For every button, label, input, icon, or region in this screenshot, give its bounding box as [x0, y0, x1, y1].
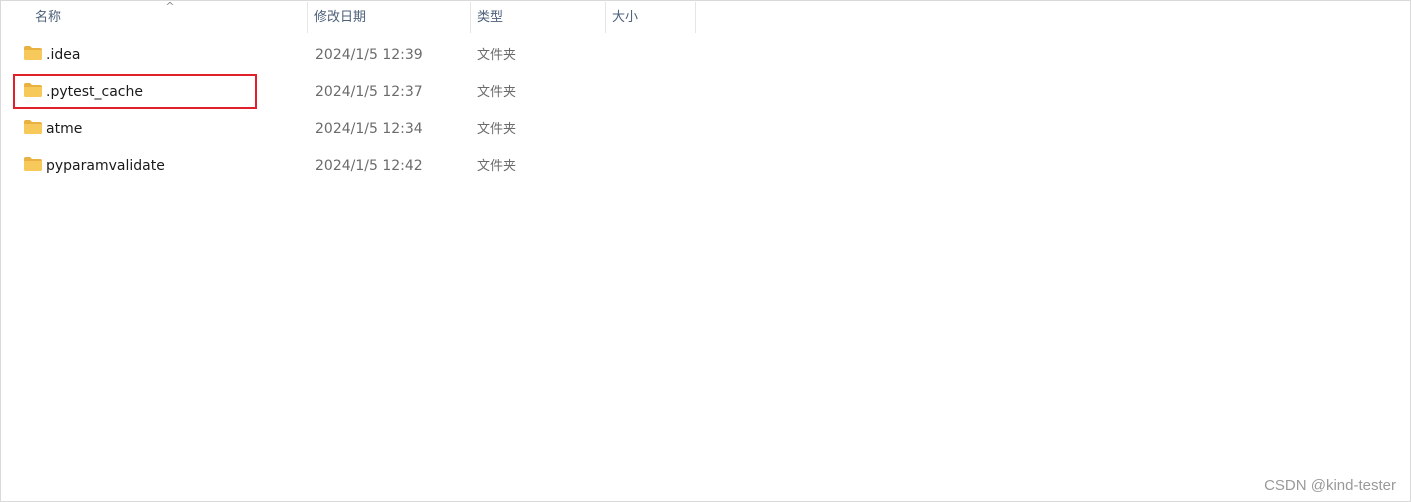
file-modified-date: 2024/1/5 12:34: [315, 121, 423, 137]
column-header-name-label: 名称: [35, 10, 62, 25]
column-header-type-label: 类型: [477, 10, 504, 25]
file-row-idea[interactable]: .idea 2024/1/5 12:39 文件夹: [1, 37, 1410, 74]
folder-icon: [24, 83, 42, 97]
file-row-pytest-cache[interactable]: .pytest_cache 2024/1/5 12:37 文件夹: [1, 74, 1410, 111]
file-name: .idea: [46, 47, 81, 63]
sort-ascending-icon: ^: [165, 0, 175, 13]
file-name: .pytest_cache: [46, 84, 143, 100]
file-name: pyparamvalidate: [46, 158, 165, 174]
column-header-size[interactable]: 大小: [606, 2, 696, 33]
column-header-size-label: 大小: [612, 10, 639, 25]
watermark-text: CSDN @kind-tester: [1264, 477, 1396, 494]
file-type: 文件夹: [477, 122, 517, 137]
column-header-bar: 名称 ^ 修改日期 类型 大小: [2, 0, 1410, 33]
folder-icon: [24, 46, 42, 60]
file-modified-date: 2024/1/5 12:42: [315, 158, 423, 174]
column-header-type[interactable]: 类型: [471, 2, 606, 33]
column-header-date-label: 修改日期: [314, 10, 367, 25]
file-modified-date: 2024/1/5 12:39: [315, 47, 423, 63]
column-header-date[interactable]: 修改日期: [308, 2, 471, 33]
file-modified-date: 2024/1/5 12:37: [315, 84, 423, 100]
file-row-pyparamvalidate[interactable]: pyparamvalidate 2024/1/5 12:42 文件夹: [1, 148, 1410, 185]
file-explorer-window: 名称 ^ 修改日期 类型 大小 .idea 2024/1/5 12:39 文件夹: [0, 0, 1411, 502]
file-name: atme: [46, 121, 83, 137]
folder-icon: [24, 120, 42, 134]
file-type: 文件夹: [477, 85, 517, 100]
file-row-atme[interactable]: atme 2024/1/5 12:34 文件夹: [1, 111, 1410, 148]
file-list: .idea 2024/1/5 12:39 文件夹 .pytest_cache 2…: [1, 37, 1410, 185]
file-type: 文件夹: [477, 159, 517, 174]
folder-icon: [24, 157, 42, 171]
file-type: 文件夹: [477, 48, 517, 63]
